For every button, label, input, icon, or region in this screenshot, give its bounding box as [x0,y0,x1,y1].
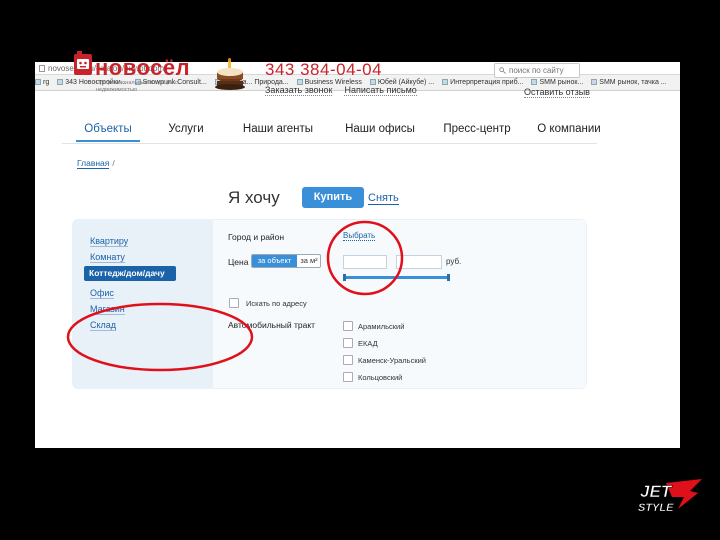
search-icon [499,67,506,74]
bookmark-item[interactable]: SMM рынок, тачка ... [591,75,667,90]
buy-button[interactable]: Купить [302,187,364,208]
category-label: Склад [90,320,117,331]
price-per-object-option[interactable]: за объект [252,255,297,267]
nav-services[interactable]: Услуги [150,118,222,140]
favicon-icon [591,79,598,85]
bookmark-item[interactable]: rg [35,75,50,90]
highway-option-label: Каменск-Уральский [358,356,427,365]
svg-text:JET: JET [640,482,673,501]
search-input[interactable] [494,63,580,78]
bookmark-label: rg [43,79,50,86]
nav-divider [62,143,597,144]
logo-house-icon [74,51,92,75]
page-icon [39,65,45,72]
price-from-input[interactable] [343,255,387,269]
price-label: Цена [228,257,249,267]
rent-link[interactable]: Снять [368,192,399,205]
category-shop[interactable]: Магазин [90,304,125,315]
slider-handle-min[interactable] [343,274,346,281]
nav-objects[interactable]: Объекты [76,118,140,142]
category-label: Магазин [90,304,125,315]
logo-subtitle: Профессиональные операции с недвижимость… [96,80,178,93]
breadcrumb-separator: / [112,158,115,168]
nav-agents[interactable]: Наши агенты [232,118,324,140]
favicon-icon [35,79,41,85]
slider-handle-max[interactable] [447,274,450,281]
highway-option-label: Кольцовский [358,373,403,382]
want-label: Я хочу [228,188,280,207]
price-to-input[interactable] [396,255,442,269]
highway-checkbox[interactable] [343,321,353,331]
category-apartment[interactable]: Квартиру [90,236,129,247]
category-warehouse[interactable]: Склад [90,320,117,331]
bookmark-label: SMM рынок... [539,79,584,86]
category-office[interactable]: Офис [90,288,114,299]
city-select[interactable]: Выбрать [343,231,376,241]
jetstyle-logo: JET STYLE [638,479,702,514]
category-label: Офис [90,288,114,299]
bookmark-label: Интерпретация приб... [450,79,524,86]
phone-number: 343 384-04-04 [265,60,383,79]
city-select-value: Выбрать [343,231,376,241]
price-slider[interactable] [343,274,450,281]
review-link-text: Оставить отзыв [524,87,590,98]
favicon-icon [531,79,538,85]
birthday-cake-icon [215,58,245,90]
address-search-label: Искать по адресу [246,299,307,308]
price-unit-toggle[interactable]: за объект за м² [251,254,321,268]
header-links: Заказать звонок Написать письмо [265,85,429,96]
favicon-icon [57,79,64,85]
category-cottage[interactable]: Коттедж/дом/дачу [84,266,176,281]
city-label: Город и район [228,232,285,242]
logo-text[interactable]: новосёл [95,55,190,81]
nav-press[interactable]: Пресс-центр [436,118,518,140]
nav-offices[interactable]: Наши офисы [334,118,426,140]
breadcrumb: Главная / [77,158,115,169]
category-label: Квартиру [90,236,129,247]
category-room[interactable]: Комнату [90,252,125,263]
write-letter-link[interactable]: Написать письмо [344,85,417,96]
category-label: Комнату [90,252,125,263]
highway-option-label: Арамильский [358,322,405,331]
order-call-link[interactable]: Заказать звонок [265,85,333,96]
highway-checkbox[interactable] [343,355,353,365]
highway-checkbox[interactable] [343,372,353,382]
highway-option-label: ЕКАД [358,339,378,348]
main-nav: Объекты Услуги Наши агенты Наши офисы Пр… [62,118,601,142]
address-search-checkbox[interactable] [229,298,239,308]
nav-about[interactable]: О компании [528,118,610,140]
price-per-sqm-option[interactable]: за м² [297,255,320,267]
currency-label: руб. [446,257,462,266]
review-link[interactable]: Оставить отзыв [524,87,590,98]
highway-label: Автомобильный тракт [228,320,316,330]
bookmark-label: SMM рынок, тачка ... [599,79,667,86]
breadcrumb-home[interactable]: Главная [77,158,110,169]
svg-text:STYLE: STYLE [638,502,674,514]
favicon-icon [442,79,449,85]
highway-checkbox[interactable] [343,338,353,348]
